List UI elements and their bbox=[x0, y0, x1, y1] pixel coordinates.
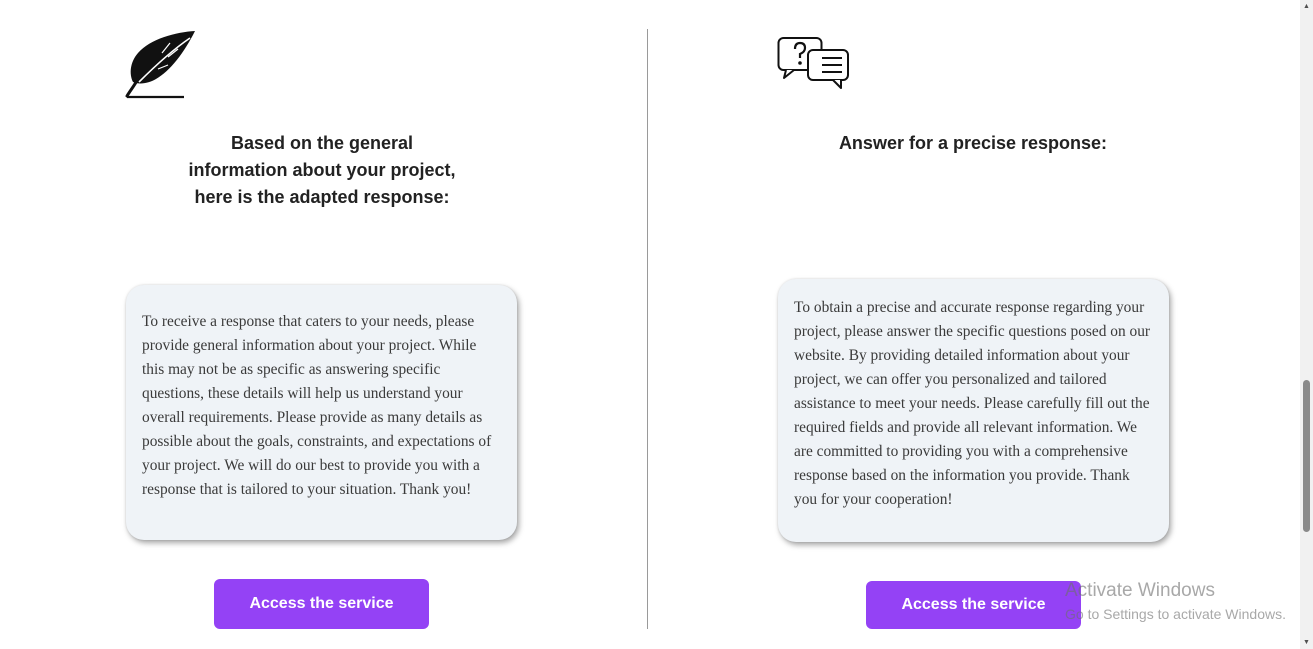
general-info-card: To receive a response that caters to you… bbox=[126, 285, 517, 540]
scroll-up-arrow-icon[interactable]: ▲ bbox=[1300, 0, 1313, 13]
feather-quill-icon bbox=[125, 31, 195, 99]
heading-line: here is the adapted response: bbox=[194, 187, 450, 207]
adapted-response-heading: Based on the general information about y… bbox=[122, 130, 522, 211]
general-info-text: To receive a response that caters to you… bbox=[142, 313, 492, 498]
question-chat-bubbles-icon bbox=[777, 37, 849, 89]
precise-response-heading: Answer for a precise response: bbox=[838, 133, 1108, 153]
heading-line: Based on the general bbox=[230, 133, 414, 153]
precise-info-text: To obtain a precise and accurate respons… bbox=[794, 299, 1151, 508]
access-service-button-right[interactable]: Access the service bbox=[866, 581, 1081, 629]
scrollbar-thumb[interactable] bbox=[1303, 380, 1310, 532]
vertical-scrollbar[interactable]: ▲ ▼ bbox=[1300, 0, 1313, 649]
precise-info-card: To obtain a precise and accurate respons… bbox=[778, 279, 1169, 542]
access-service-button-left[interactable]: Access the service bbox=[214, 579, 429, 629]
heading-line: information about your project, bbox=[188, 160, 456, 180]
scroll-down-arrow-icon[interactable]: ▼ bbox=[1300, 636, 1313, 649]
adapted-response-column: Based on the general information about y… bbox=[0, 0, 647, 649]
precise-response-column: Answer for a precise response: To obtain… bbox=[648, 0, 1300, 649]
